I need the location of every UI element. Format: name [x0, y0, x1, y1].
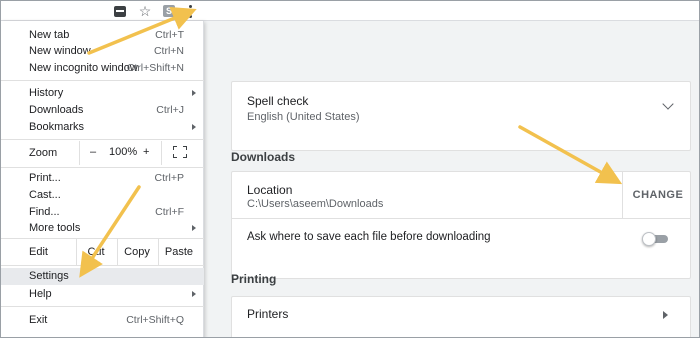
- menu-item-cast[interactable]: Cast...: [1, 187, 204, 204]
- menu-separator: [1, 80, 204, 81]
- menu-separator: [1, 306, 204, 307]
- spell-check-language: English (United States): [247, 111, 360, 123]
- divider: [232, 218, 690, 219]
- menu-item-history[interactable]: History: [1, 85, 204, 102]
- chevron-down-icon[interactable]: [662, 98, 674, 110]
- divider: [79, 141, 80, 165]
- extension-icon[interactable]: [113, 4, 127, 18]
- menu-item-more-tools[interactable]: More tools: [1, 220, 204, 237]
- edit-row: Edit Cut Copy Paste: [1, 239, 204, 265]
- zoom-level: 100%: [109, 146, 138, 158]
- spell-check-title: Spell check: [247, 94, 309, 108]
- submenu-arrow-icon: [192, 225, 196, 231]
- ask-where-toggle[interactable]: [642, 232, 670, 246]
- printers-title: Printers: [247, 307, 289, 321]
- menu-item-bookmarks[interactable]: Bookmarks: [1, 119, 204, 136]
- menu-item-downloads[interactable]: Downloads Ctrl+J: [1, 102, 204, 119]
- chrome-main-menu: New tab Ctrl+T New window Ctrl+N New inc…: [1, 21, 204, 337]
- browser-toolbar: ☆ S: [1, 1, 699, 21]
- star-icon[interactable]: ☆: [138, 4, 152, 18]
- submenu-arrow-icon: [192, 90, 196, 96]
- more-menu-icon[interactable]: [183, 4, 197, 18]
- location-title: Location: [247, 183, 293, 197]
- downloads-heading: Downloads: [231, 150, 296, 164]
- menu-item-new-incognito[interactable]: New incognito window Ctrl+Shift+N: [1, 60, 204, 77]
- menu-item-settings[interactable]: Settings: [1, 268, 204, 285]
- zoom-row: Zoom – 100% +: [1, 141, 204, 165]
- spell-check-card[interactable]: Spell check English (United States): [231, 81, 691, 151]
- divider: [161, 141, 162, 165]
- fullscreen-icon[interactable]: [173, 146, 187, 158]
- printing-heading: Printing: [231, 272, 277, 286]
- menu-item-print[interactable]: Print... Ctrl+P: [1, 170, 204, 187]
- location-path: C:\Users\aseem\Downloads: [247, 198, 384, 210]
- downloads-card: Location C:\Users\aseem\Downloads CHANGE…: [231, 171, 691, 279]
- zoom-out-button[interactable]: –: [90, 146, 96, 158]
- zoom-in-button[interactable]: +: [143, 146, 149, 158]
- menu-item-new-window[interactable]: New window Ctrl+N: [1, 43, 204, 60]
- screenshot-frame: ☆ S Spell check English (United States) …: [0, 0, 700, 338]
- edit-label: Edit: [29, 246, 48, 258]
- cut-button[interactable]: Cut: [76, 239, 116, 265]
- change-button[interactable]: CHANGE: [630, 186, 686, 204]
- menu-item-find[interactable]: Find... Ctrl+F: [1, 204, 204, 221]
- printers-row[interactable]: Printers: [231, 296, 691, 337]
- submenu-arrow-icon: [192, 291, 196, 297]
- copy-button[interactable]: Copy: [117, 239, 157, 265]
- menu-separator: [1, 167, 204, 168]
- paste-button[interactable]: Paste: [159, 239, 199, 265]
- menu-separator: [1, 139, 204, 140]
- menu-separator: [1, 265, 204, 266]
- menu-item-new-tab[interactable]: New tab Ctrl+T: [1, 27, 204, 44]
- menu-item-help[interactable]: Help: [1, 286, 204, 303]
- settings-page: Spell check English (United States) Down…: [204, 21, 699, 337]
- ask-where-label: Ask where to save each file before downl…: [247, 231, 491, 243]
- extension-badge-icon[interactable]: S: [162, 4, 176, 18]
- submenu-arrow-icon: [192, 124, 196, 130]
- chevron-right-icon: [663, 311, 668, 319]
- divider: [622, 172, 623, 218]
- menu-item-exit[interactable]: Exit Ctrl+Shift+Q: [1, 312, 204, 329]
- zoom-label: Zoom: [29, 147, 58, 159]
